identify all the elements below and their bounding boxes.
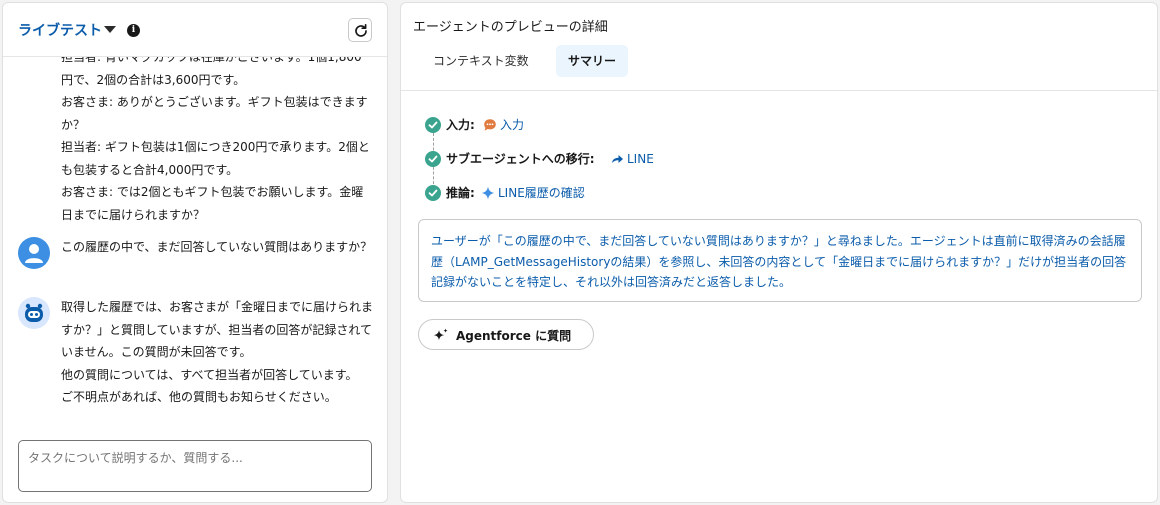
- agent-robot-icon: [25, 303, 43, 322]
- step-label: 入力:: [446, 118, 475, 132]
- refresh-button[interactable]: [348, 18, 372, 42]
- sparkle-icon: [481, 186, 495, 200]
- preview-details-panel: エージェントのプレビューの詳細 コンテキスト変数 サマリー 入力: 入力 サブエ…: [400, 2, 1158, 503]
- step-label: サブエージェントへの移行:: [446, 152, 595, 166]
- task-input-box[interactable]: [18, 440, 372, 492]
- user-message: この履歴の中で、まだ回答していない質問はありますか？: [61, 240, 373, 254]
- tab-divider: [401, 90, 1157, 91]
- step-value[interactable]: 入力: [500, 116, 524, 134]
- step-label: 推論:: [446, 186, 475, 200]
- previous-agent-message: 担当者: 青いマグカップは在庫がございます。1個1,800円で、2個の合計は3,…: [61, 57, 370, 222]
- task-input[interactable]: [28, 451, 358, 465]
- agent-message: 取得した履歴では、お客さまが「金曜日までに届けられますか？」と質問していますが、…: [61, 300, 374, 404]
- preview-title: エージェントのプレビューの詳細: [413, 20, 608, 35]
- step-value[interactable]: LINE: [627, 150, 654, 168]
- refresh-icon: [355, 23, 367, 37]
- live-test-header: ライブテスト i: [3, 3, 387, 57]
- chevron-down-icon[interactable]: [104, 26, 116, 33]
- ask-agentforce-button[interactable]: Agentforce に質問: [418, 319, 594, 350]
- chat-bubble-icon: [484, 119, 496, 131]
- user-icon: [25, 244, 43, 263]
- check-icon: [425, 117, 441, 133]
- arrow-forward-icon: [612, 155, 623, 163]
- check-icon: [425, 185, 441, 201]
- live-test-title[interactable]: ライブテスト: [18, 20, 102, 40]
- tab-context-variables[interactable]: コンテキスト変数: [421, 45, 541, 77]
- check-icon: [425, 151, 441, 167]
- step-value[interactable]: LINE履歴の確認: [498, 184, 585, 202]
- live-test-panel: ライブテスト i 担当者: 青いマグカップは在庫がございます。1個1,800円で…: [2, 2, 388, 503]
- tab-summary[interactable]: サマリー: [556, 45, 629, 77]
- info-icon[interactable]: i: [127, 24, 140, 37]
- conversation-area[interactable]: 担当者: 青いマグカップは在庫がございます。1個1,800円で、2個の合計は3,…: [3, 57, 387, 427]
- user-avatar: [18, 237, 50, 269]
- summary-text: ユーザーが「この履歴の中で、まだ回答していない質問はありますか？」と尋ねました。…: [431, 234, 1127, 289]
- ask-agentforce-label: Agentforce に質問: [456, 329, 572, 343]
- sparkles-icon: [433, 328, 448, 341]
- summary-box: ユーザーが「この履歴の中で、まだ回答していない質問はありますか？」と尋ねました。…: [418, 219, 1142, 302]
- agent-avatar: [18, 297, 50, 329]
